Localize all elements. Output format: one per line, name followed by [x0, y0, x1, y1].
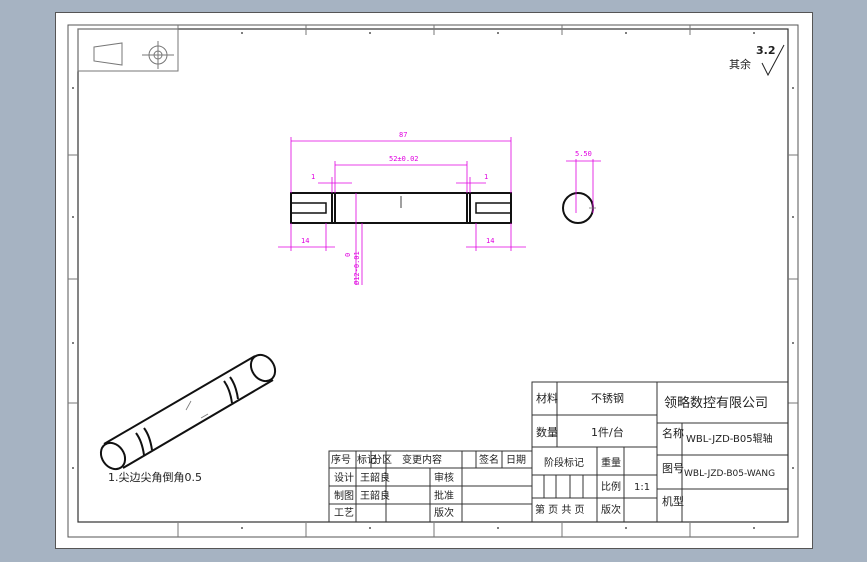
tb-pages-label: 第 页 共 页 [535, 503, 585, 516]
roughness-value: 3.2 [756, 44, 776, 57]
tb-draft-name: 王韶良 [360, 489, 390, 502]
rev-header-date: 日期 [506, 454, 526, 466]
projection-symbol [77, 28, 179, 72]
dim-middle-length: 52±0.02 [389, 155, 419, 163]
tb-material-value: 不锈钢 [591, 392, 624, 405]
tb-weight-label: 重量 [601, 456, 621, 469]
dim-diameter: Ø12-0.01 [353, 251, 361, 285]
tb-process-label: 工艺 [334, 507, 354, 519]
tb-drawing-no-label: 图号 [662, 462, 684, 475]
shaft-side-view [562, 192, 594, 224]
tb-check-label: 审核 [434, 471, 454, 484]
tb-design-name: 王韶良 [360, 471, 390, 484]
rev-header-no: 序号 [331, 453, 351, 466]
tb-material-label: 材料 [536, 391, 558, 405]
tb-design-label: 设计 [334, 471, 354, 484]
shaft-slots [290, 196, 512, 214]
tb-approve-label: 批准 [434, 489, 454, 502]
dim-side-width: 5.50 [575, 150, 592, 158]
dim-diameter-tol: 0 [344, 253, 352, 257]
shaft-isometric-view [99, 353, 277, 471]
tb-quantity-value: 1件/台 [591, 425, 624, 439]
rev-header-sign: 签名 [479, 453, 499, 466]
dim-groove-right: 1 [484, 173, 488, 181]
tb-scale-label: 比例 [601, 480, 621, 493]
drawing-sheet: 3.2 其余 87 52±0.02 1 1 14 14 Ø12-0.01 0 5… [55, 12, 813, 549]
tb-stage-label: 阶段标记 [544, 456, 584, 469]
tb-version-label: 版次 [601, 503, 621, 516]
tb-name-label: 名称 [662, 426, 684, 440]
roughness-prefix: 其余 [729, 57, 751, 71]
tb-company: 领略数控有限公司 [664, 395, 768, 411]
tb-scale-value: 1:1 [634, 482, 650, 493]
dim-groove-left: 1 [311, 173, 315, 181]
note-chamfer: 1.尖边尖角倒角0.5 [108, 471, 202, 484]
tb-draft-label: 制图 [334, 489, 354, 502]
tb-drawing-no-value: WBL-JZD-B05-WANG [684, 469, 775, 479]
dim-overall-length: 87 [399, 131, 407, 139]
tb-quantity-label: 数量 [536, 426, 558, 439]
tb-model-label: 机型 [662, 494, 684, 508]
dim-end-right: 14 [486, 237, 494, 245]
rev-header-content: 变更内容 [402, 453, 442, 466]
dim-end-left: 14 [301, 237, 309, 245]
tb-revision-label: 版次 [434, 506, 454, 519]
tb-name-value: WBL-JZD-B05辊轴 [686, 432, 773, 445]
rev-header-zone: 分区 [372, 454, 392, 466]
drawing-canvas: 3.2 其余 87 52±0.02 1 1 14 14 Ø12-0.01 0 5… [67, 24, 799, 538]
